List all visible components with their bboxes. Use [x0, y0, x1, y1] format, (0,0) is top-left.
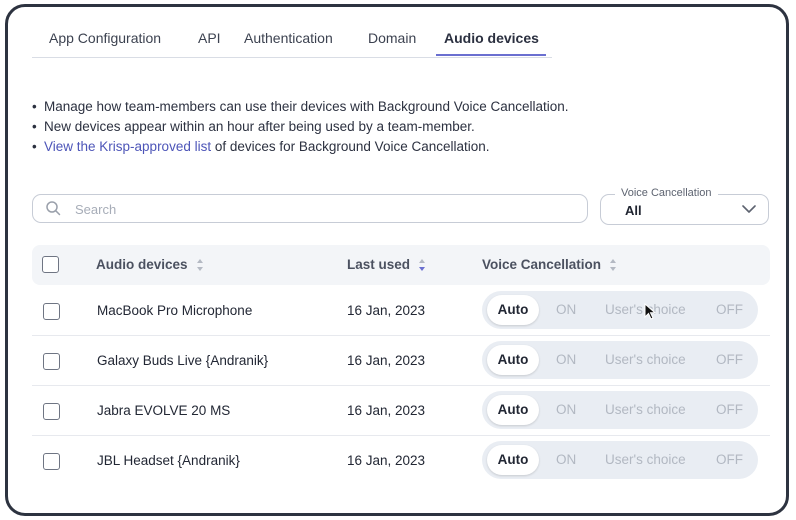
device-name: Jabra EVOLVE 20 MS — [97, 403, 231, 418]
tab-api[interactable]: API — [198, 30, 221, 46]
tab-bar: App Configuration API Authentication Dom… — [32, 25, 552, 58]
info-item: • New devices appear within an hour after… — [32, 119, 475, 134]
option-off[interactable]: OFF — [716, 452, 743, 467]
option-off[interactable]: OFF — [716, 402, 743, 417]
column-header-voice-cancellation[interactable]: Voice Cancellation — [482, 257, 617, 272]
voice-cancellation-toggle: Auto ON User's choice OFF — [482, 291, 758, 329]
krisp-approved-list-link[interactable]: View the Krisp-approved list — [44, 139, 211, 154]
tab-app-configuration[interactable]: App Configuration — [49, 30, 161, 46]
table-header: Audio devices Last used Voice Cancellati… — [32, 245, 770, 285]
voice-cancellation-toggle: Auto ON User's choice OFF — [482, 341, 758, 379]
tab-audio-devices[interactable]: Audio devices — [444, 30, 539, 46]
search-box[interactable] — [32, 194, 588, 223]
option-auto[interactable]: Auto — [487, 395, 539, 425]
voice-cancellation-filter[interactable]: Voice Cancellation All — [600, 187, 769, 225]
voice-cancellation-toggle: Auto ON User's choice OFF — [482, 391, 758, 429]
column-header-last-used[interactable]: Last used — [347, 257, 426, 272]
info-text: New devices appear within an hour after … — [44, 119, 475, 134]
table-row: Jabra EVOLVE 20 MS 16 Jan, 2023 Auto ON … — [32, 386, 770, 436]
row-checkbox[interactable] — [43, 453, 60, 470]
option-on[interactable]: ON — [556, 302, 576, 317]
chevron-down-icon — [742, 205, 756, 213]
tab-authentication[interactable]: Authentication — [244, 30, 333, 46]
tab-domain[interactable]: Domain — [368, 30, 416, 46]
sort-icon — [610, 259, 617, 272]
option-off[interactable]: OFF — [716, 352, 743, 367]
option-on[interactable]: ON — [556, 452, 576, 467]
filter-label: Voice Cancellation — [615, 187, 718, 199]
option-users-choice[interactable]: User's choice — [605, 402, 686, 417]
option-auto[interactable]: Auto — [487, 295, 539, 325]
voice-cancellation-toggle: Auto ON User's choice OFF — [482, 441, 758, 479]
device-name: JBL Headset {Andranik} — [97, 453, 240, 468]
option-users-choice[interactable]: User's choice — [605, 452, 686, 467]
option-users-choice[interactable]: User's choice — [605, 352, 686, 367]
last-used: 16 Jan, 2023 — [347, 303, 426, 318]
last-used: 16 Jan, 2023 — [347, 403, 426, 418]
column-label: Audio devices — [96, 257, 188, 272]
column-header-audio-devices[interactable]: Audio devices — [96, 257, 204, 272]
device-name: Galaxy Buds Live {Andranik} — [97, 353, 269, 368]
filter-value: All — [625, 203, 642, 218]
table-row: JBL Headset {Andranik} 16 Jan, 2023 Auto… — [32, 436, 770, 486]
search-input[interactable] — [73, 198, 577, 220]
table-row: MacBook Pro Microphone 16 Jan, 2023 Auto… — [32, 286, 770, 336]
last-used: 16 Jan, 2023 — [347, 453, 426, 468]
device-name: MacBook Pro Microphone — [97, 303, 253, 318]
search-icon — [46, 201, 61, 216]
option-auto[interactable]: Auto — [487, 345, 539, 375]
sort-active-icon — [419, 259, 426, 272]
table-row: Galaxy Buds Live {Andranik} 16 Jan, 2023… — [32, 336, 770, 386]
select-all-checkbox[interactable] — [42, 256, 59, 273]
row-checkbox[interactable] — [43, 353, 60, 370]
info-text: Manage how team-members can use their de… — [44, 99, 569, 114]
mouse-cursor-icon — [644, 303, 656, 320]
option-on[interactable]: ON — [556, 352, 576, 367]
row-checkbox[interactable] — [43, 403, 60, 420]
option-off[interactable]: OFF — [716, 302, 743, 317]
sort-icon — [196, 259, 203, 272]
info-item: • View the Krisp-approved list of devices… — [32, 139, 490, 154]
info-item: • Manage how team-members can use their d… — [32, 99, 569, 114]
column-label: Last used — [347, 257, 411, 272]
info-list: • Manage how team-members can use their d… — [32, 97, 569, 157]
info-text: of devices for Background Voice Cancella… — [211, 139, 490, 154]
row-checkbox[interactable] — [43, 303, 60, 320]
active-tab-indicator — [436, 54, 546, 56]
option-on[interactable]: ON — [556, 402, 576, 417]
option-auto[interactable]: Auto — [487, 445, 539, 475]
column-label: Voice Cancellation — [482, 257, 602, 272]
last-used: 16 Jan, 2023 — [347, 353, 426, 368]
settings-panel: App Configuration API Authentication Dom… — [5, 4, 789, 516]
